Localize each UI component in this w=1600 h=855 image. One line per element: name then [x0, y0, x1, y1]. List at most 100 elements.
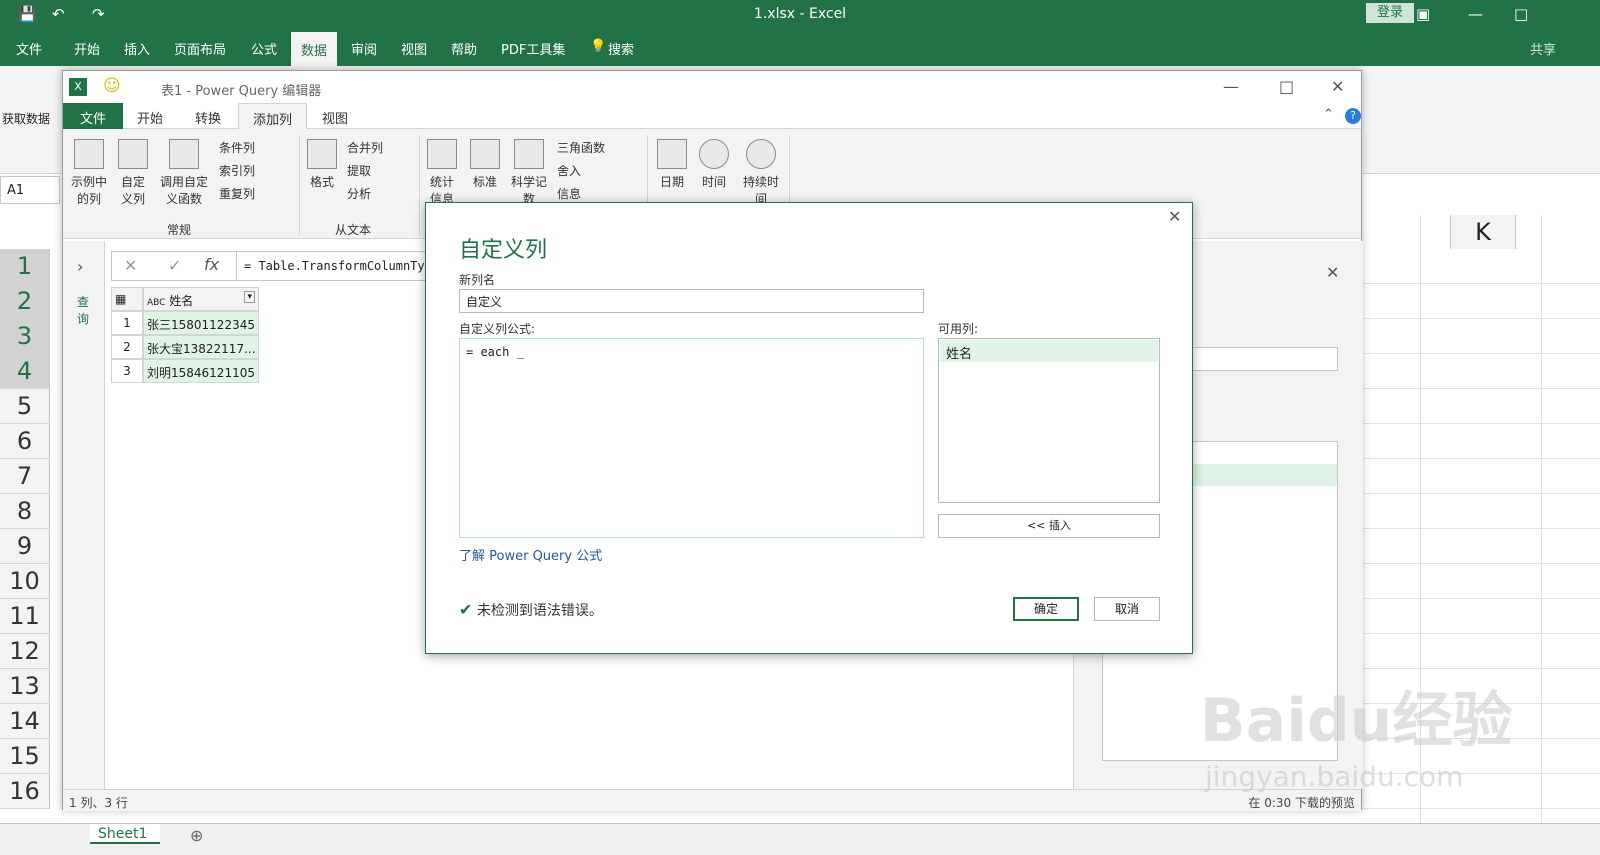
row-header[interactable]: 3 — [0, 319, 50, 354]
watermark-logo: Baidu经验 — [1200, 686, 1513, 756]
cancel-formula-icon[interactable]: ✕ — [124, 256, 137, 275]
tab-pdf-tools[interactable]: PDF工具集 — [501, 39, 565, 58]
table-menu-icon[interactable]: ▦ — [111, 287, 143, 311]
insert-button[interactable]: << 插入 — [938, 514, 1160, 538]
minimize-icon[interactable]: — — [1223, 77, 1239, 96]
tab-page-layout[interactable]: 页面布局 — [174, 39, 226, 58]
pq-tab-transform[interactable]: 转换 — [181, 103, 235, 129]
sheet-tab[interactable]: Sheet1 — [90, 824, 160, 844]
row-header[interactable]: 5 — [0, 389, 50, 424]
queries-pane-collapsed[interactable]: › 查询 — [63, 241, 105, 789]
table-cell[interactable]: 张三15801122345 — [143, 311, 259, 335]
conditional-column-button[interactable]: 条件列 — [219, 139, 255, 156]
row-header[interactable]: 1 — [0, 249, 50, 284]
help-icon[interactable]: ? — [1345, 108, 1361, 124]
maximize-icon[interactable]: □ — [1514, 5, 1528, 23]
table-cell[interactable]: 张大宝13822117... — [143, 335, 259, 359]
ribbon-display-icon[interactable]: ▣ — [1416, 5, 1430, 23]
row-header[interactable]: 2 — [0, 284, 50, 319]
learn-formula-link[interactable]: 了解 Power Query 公式 — [459, 545, 602, 564]
example-column-button[interactable]: 示例中的列 — [69, 139, 109, 208]
tab-review[interactable]: 审阅 — [351, 39, 377, 58]
list-item[interactable]: 姓名 — [940, 340, 1158, 362]
get-data-button[interactable]: 获取数据 — [2, 110, 50, 127]
merge-columns-button[interactable]: 合并列 — [347, 139, 383, 156]
chevron-right-icon[interactable]: › — [77, 257, 83, 276]
ok-button[interactable]: 确定 — [1013, 597, 1079, 621]
filter-dropdown-icon[interactable]: ▾ — [244, 291, 255, 303]
pq-tab-view[interactable]: 视图 — [308, 103, 362, 129]
share-button[interactable]: 共享 — [1530, 39, 1556, 58]
duration-button[interactable]: 持续时间 — [739, 139, 783, 208]
tab-formulas[interactable]: 公式 — [251, 39, 277, 58]
row-header[interactable]: 15 — [0, 739, 50, 774]
row-header[interactable]: 16 — [0, 774, 50, 809]
calendar-icon — [657, 139, 687, 169]
invoke-function-button[interactable]: 调用自定义函数 — [157, 139, 211, 208]
pq-title: 表1 - Power Query 编辑器 — [161, 84, 322, 99]
pq-tab-add-column[interactable]: 添加列 — [238, 103, 308, 130]
pq-title-bar: X ☺ 表1 - Power Query 编辑器 — □ ✕ — [63, 71, 1361, 103]
rounding-button[interactable]: 舍入 — [557, 162, 581, 179]
add-sheet-icon[interactable]: ⊕ — [190, 826, 203, 845]
tab-data[interactable]: 数据 — [291, 32, 338, 66]
confirm-formula-icon[interactable]: ✓ — [168, 256, 181, 275]
name-box[interactable]: A1 — [0, 176, 60, 204]
row-header[interactable]: 14 — [0, 704, 50, 739]
close-icon[interactable]: ✕ — [1168, 207, 1181, 226]
column-header[interactable]: ABC 姓名 ▾ — [143, 287, 259, 311]
available-columns-list[interactable]: 姓名 — [938, 338, 1160, 503]
login-button[interactable]: 登录 — [1366, 3, 1414, 23]
cancel-button[interactable]: 取消 — [1094, 597, 1160, 621]
tab-file[interactable]: 文件 — [16, 39, 42, 58]
date-button[interactable]: 日期 — [655, 139, 689, 208]
row-header[interactable]: 7 — [0, 459, 50, 494]
trig-button[interactable]: 三角函数 — [557, 139, 605, 156]
row-header[interactable]: 6 — [0, 424, 50, 459]
new-column-name-input[interactable]: 自定义 — [459, 289, 924, 313]
duplicate-column-button[interactable]: 重复列 — [219, 185, 255, 202]
index-column-button[interactable]: 索引列 — [219, 162, 255, 179]
close-icon[interactable]: ✕ — [1326, 263, 1339, 282]
row-header[interactable]: 8 — [0, 494, 50, 529]
scientific-button[interactable]: 科学记数 — [509, 139, 549, 208]
tab-search[interactable]: 搜索 — [608, 39, 634, 58]
formula-editor[interactable]: = each _ — [459, 338, 924, 538]
extract-button[interactable]: 提取 — [347, 162, 371, 179]
pq-tab-home[interactable]: 开始 — [123, 103, 177, 129]
row-header[interactable]: 9 — [0, 529, 50, 564]
query-name-input[interactable] — [1192, 347, 1338, 371]
minimize-icon[interactable]: — — [1468, 5, 1483, 23]
row-header[interactable]: 10 — [0, 564, 50, 599]
column-header-k[interactable]: K — [1450, 215, 1516, 249]
smiley-icon[interactable]: ☺ — [103, 76, 121, 96]
gridline — [1362, 423, 1600, 424]
row-header[interactable]: 11 — [0, 599, 50, 634]
custom-column-button[interactable]: 自定义列 — [117, 139, 149, 208]
tab-home[interactable]: 开始 — [74, 39, 100, 58]
tab-insert[interactable]: 插入 — [124, 39, 150, 58]
row-header[interactable]: 13 — [0, 669, 50, 704]
time-button[interactable]: 时间 — [697, 139, 731, 208]
tab-help[interactable]: 帮助 — [451, 39, 477, 58]
operators-icon — [470, 139, 500, 169]
maximize-icon[interactable]: □ — [1279, 77, 1294, 96]
format-button[interactable]: 格式 — [307, 139, 337, 191]
row-header[interactable]: 4 — [0, 354, 50, 389]
statistics-button[interactable]: 统计信息 — [425, 139, 459, 208]
tab-view[interactable]: 视图 — [401, 39, 427, 58]
sigma-icon — [427, 139, 457, 169]
formula-text[interactable]: = Table.TransformColumnTy — [244, 259, 424, 273]
close-icon[interactable]: ✕ — [1331, 77, 1344, 96]
row-number: 1 — [111, 311, 143, 335]
row-header[interactable]: 12 — [0, 634, 50, 669]
fx-icon[interactable]: fx — [204, 255, 219, 274]
pq-ribbon-tabs: 文件 开始 转换 添加列 视图 ⌃ ? — [63, 103, 1361, 130]
table-cell[interactable]: 刘明15846121105 — [143, 359, 259, 383]
standard-button[interactable]: 标准 — [469, 139, 501, 208]
parse-button[interactable]: 分析 — [347, 185, 371, 202]
text-type-icon: ABC — [147, 298, 166, 308]
collapse-ribbon-icon[interactable]: ⌃ — [1323, 107, 1334, 122]
pq-tab-file[interactable]: 文件 — [63, 103, 123, 129]
information-button[interactable]: 信息 — [557, 185, 581, 202]
